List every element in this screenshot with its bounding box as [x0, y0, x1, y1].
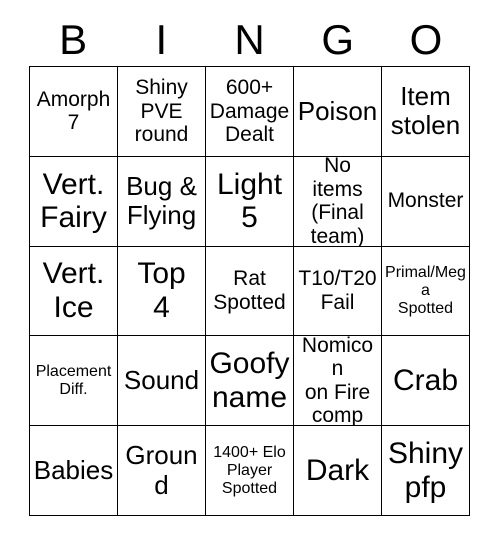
bingo-cell-label: Shiny pfp: [387, 437, 464, 504]
bingo-cell-label: Vert. Ice: [42, 257, 105, 324]
bingo-cell[interactable]: Sound: [118, 336, 206, 427]
bingo-cell[interactable]: Rat Spotted: [206, 246, 294, 337]
bingo-cell[interactable]: Top 4: [118, 246, 206, 337]
bingo-cell[interactable]: Nomicon on Fire comp: [294, 336, 382, 427]
bingo-cell-label: Poison: [297, 95, 378, 126]
bingo-cell[interactable]: Goofy name: [206, 336, 294, 427]
bingo-cell-label: Primal/Mega Spotted: [385, 264, 466, 317]
bingo-header-letter-b: B: [59, 16, 88, 63]
bingo-cell-label: Ground: [125, 440, 198, 500]
bingo-cell[interactable]: Monster: [382, 156, 470, 247]
bingo-grid: Amorph 7 Shiny PVE round 600+ Damage Dea…: [29, 66, 470, 516]
bingo-cell[interactable]: Light 5: [206, 156, 294, 247]
bingo-cell[interactable]: T10/T20 Fail: [294, 246, 382, 337]
bingo-header-letter-i: I: [155, 16, 168, 63]
bingo-cell-label: Goofy name: [209, 347, 290, 414]
bingo-header-letter-g: G: [321, 16, 355, 63]
bingo-cell[interactable]: Vert. Ice: [30, 246, 118, 337]
bingo-cell-label: Top 4: [137, 257, 186, 324]
bingo-cell[interactable]: Dark: [294, 426, 382, 516]
bingo-cell-label: Amorph 7: [36, 87, 111, 135]
bingo-cell[interactable]: Bug & Flying: [118, 156, 206, 247]
bingo-cell-label: No items (Final team): [310, 156, 365, 247]
bingo-cell[interactable]: Shiny pfp: [382, 426, 470, 516]
bingo-cell-label: Shiny PVE round: [134, 76, 189, 147]
bingo-cell[interactable]: Poison: [294, 67, 382, 157]
bingo-cell[interactable]: Vert. Fairy: [30, 156, 118, 247]
bingo-cell-label: Item stolen: [390, 81, 461, 141]
bingo-cell-label: Crab: [392, 363, 459, 397]
bingo-cell-label: Bug & Flying: [126, 171, 197, 231]
bingo-cell[interactable]: Babies: [30, 426, 118, 516]
bingo-cell-label: 600+ Damage Dealt: [209, 76, 290, 147]
bingo-cell-label: Rat Spotted: [213, 267, 286, 314]
bingo-cell-label: Sound: [123, 365, 200, 396]
bingo-cell-label: Dark: [305, 453, 370, 487]
bingo-header-letter-n: N: [234, 16, 265, 63]
bingo-cell-label: Babies: [33, 455, 114, 486]
bingo-header: B I N G O: [29, 14, 470, 66]
bingo-cell[interactable]: 1400+ Elo Player Spotted: [206, 426, 294, 516]
bingo-cell[interactable]: Placement Diff.: [30, 336, 118, 427]
bingo-header-letter-o: O: [409, 16, 443, 63]
bingo-cell[interactable]: Amorph 7: [30, 67, 118, 157]
bingo-cell-label: 1400+ Elo Player Spotted: [213, 443, 286, 497]
bingo-cell-label: T10/T20 Fail: [298, 267, 377, 314]
bingo-card: B I N G O Amorph 7 Shiny PVE round 600+ …: [0, 0, 500, 544]
bingo-cell[interactable]: Item stolen: [382, 67, 470, 157]
bingo-cell-label: Vert. Fairy: [40, 167, 107, 235]
bingo-cell[interactable]: No items (Final team): [294, 156, 382, 247]
bingo-cell-label: Monster: [387, 189, 464, 213]
bingo-cell-label: Nomicon on Fire comp: [301, 336, 374, 427]
bingo-cell-label: Light 5: [216, 167, 283, 235]
bingo-cell[interactable]: Primal/Mega Spotted: [382, 246, 470, 337]
bingo-cell-label: Placement Diff.: [35, 362, 112, 398]
bingo-cell[interactable]: Crab: [382, 336, 470, 427]
bingo-cell[interactable]: Ground: [118, 426, 206, 516]
bingo-cell[interactable]: 600+ Damage Dealt: [206, 67, 294, 157]
bingo-cell[interactable]: Shiny PVE round: [118, 67, 206, 157]
